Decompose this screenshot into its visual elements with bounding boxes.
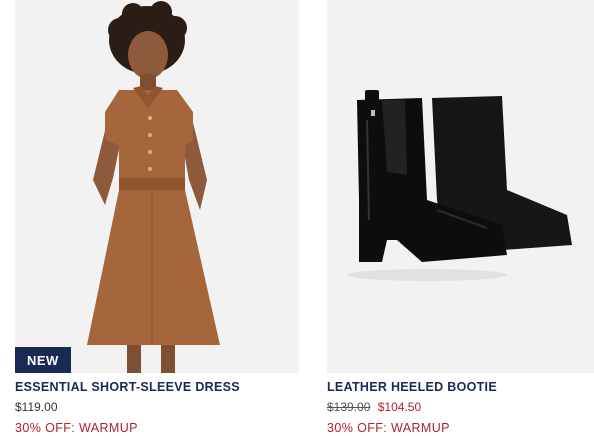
promo-label: 30% OFF: WARMUP <box>15 421 138 435</box>
product-card-dress[interactable]: NEW ESSENTIAL SHORT-SLEEVE DRESS $119.00… <box>15 0 299 435</box>
price-value: $119.00 <box>15 400 58 414</box>
product-card-bootie[interactable]: LEATHER HEELED BOOTIE $139.00 $104.50 30… <box>327 0 594 435</box>
original-price: $139.00 <box>327 400 371 414</box>
product-image-bootie[interactable] <box>327 0 594 373</box>
new-badge: NEW <box>15 347 71 373</box>
product-price: $139.00 $104.50 <box>327 400 421 414</box>
sale-price: $104.50 <box>377 400 422 414</box>
product-image-dress[interactable]: NEW <box>15 0 299 373</box>
product-name[interactable]: LEATHER HEELED BOOTIE <box>327 380 497 394</box>
product-name[interactable]: ESSENTIAL SHORT-SLEEVE DRESS <box>15 380 240 394</box>
dress-illustration <box>15 0 299 373</box>
product-price: $119.00 <box>15 400 58 414</box>
bootie-illustration <box>327 0 594 373</box>
promo-label: 30% OFF: WARMUP <box>327 421 450 435</box>
